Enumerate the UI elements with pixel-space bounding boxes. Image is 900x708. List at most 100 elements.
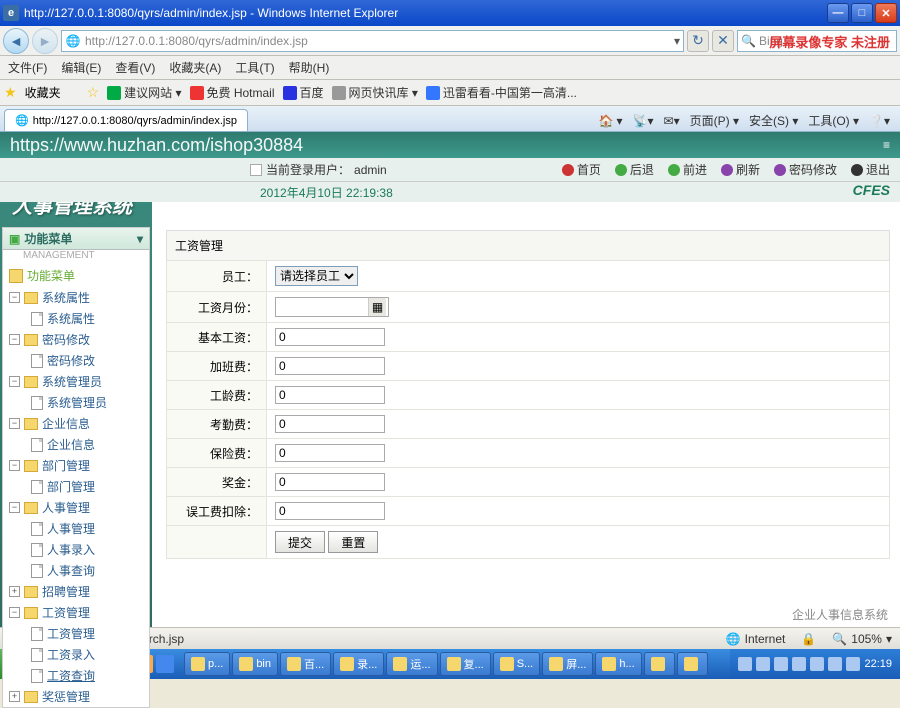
tree-item[interactable]: 系统管理员 bbox=[3, 392, 149, 413]
collapse-icon[interactable]: ▾ bbox=[137, 232, 143, 246]
tree-folder[interactable]: −部门管理 bbox=[3, 455, 149, 476]
calendar-icon[interactable]: ▦ bbox=[368, 298, 386, 316]
tree-folder[interactable]: +招聘管理 bbox=[3, 581, 149, 602]
search-box[interactable]: 🔍 Bing 屏幕录像专家 未注册 bbox=[737, 30, 897, 52]
tree-toggle-icon[interactable]: − bbox=[9, 418, 20, 429]
fav-baidu[interactable]: 百度 bbox=[283, 84, 324, 101]
nav-forward[interactable]: 前进 bbox=[668, 161, 707, 178]
menu-help[interactable]: 帮助(H) bbox=[289, 59, 330, 76]
tree-toggle-icon[interactable]: + bbox=[9, 691, 20, 702]
menu-file[interactable]: 文件(F) bbox=[8, 59, 47, 76]
tool-tools[interactable]: 工具(O) ▾ bbox=[808, 112, 859, 129]
reset-button[interactable]: 重置 bbox=[328, 531, 378, 553]
taskbar-item[interactable]: S... bbox=[493, 652, 541, 676]
tray-icon[interactable] bbox=[828, 657, 842, 671]
tree-folder[interactable]: −系统管理员 bbox=[3, 371, 149, 392]
tree-item[interactable]: 人事管理 bbox=[3, 518, 149, 539]
tray-icon[interactable] bbox=[774, 657, 788, 671]
tree-item[interactable]: 工资查询 bbox=[3, 665, 149, 686]
tray-icon[interactable] bbox=[792, 657, 806, 671]
zoom-control[interactable]: 🔍 105% ▾ bbox=[832, 632, 892, 646]
menu-favorites[interactable]: 收藏夹(A) bbox=[169, 59, 221, 76]
tree-item[interactable]: 密码修改 bbox=[3, 350, 149, 371]
add-favorite-icon[interactable]: ☆ bbox=[87, 84, 100, 101]
tree-toggle-icon[interactable]: − bbox=[9, 502, 20, 513]
address-bar[interactable]: 🌐 http://127.0.0.1:8080/qyrs/admin/index… bbox=[61, 30, 684, 52]
favorites-label[interactable]: 收藏夹 bbox=[25, 84, 61, 101]
taskbar-item[interactable] bbox=[677, 652, 708, 676]
tree-folder[interactable]: −系统属性 bbox=[3, 287, 149, 308]
taskbar-item[interactable]: h... bbox=[595, 652, 641, 676]
fav-xunlei[interactable]: 迅雷看看-中国第一高清... bbox=[426, 84, 577, 101]
fav-gallery[interactable]: 网页快讯库 ▾ bbox=[332, 84, 418, 101]
menu-root[interactable]: 功能菜单 bbox=[3, 264, 149, 287]
taskbar-item[interactable]: 复... bbox=[440, 652, 491, 676]
tree-folder[interactable]: −密码修改 bbox=[3, 329, 149, 350]
tree-toggle-icon[interactable]: − bbox=[9, 607, 20, 618]
select-employee[interactable]: 请选择员工 bbox=[275, 266, 358, 286]
menu-view[interactable]: 查看(V) bbox=[115, 59, 155, 76]
input-bonus[interactable] bbox=[275, 473, 385, 491]
favorites-star-icon[interactable]: ★ bbox=[4, 84, 17, 101]
taskbar-item[interactable]: 运... bbox=[386, 652, 437, 676]
tray-icon[interactable] bbox=[846, 657, 860, 671]
ql-icon[interactable] bbox=[156, 655, 174, 673]
tree-folder[interactable]: −工资管理 bbox=[3, 602, 149, 623]
forward-button[interactable]: ► bbox=[32, 28, 58, 54]
taskbar-item[interactable]: 录... bbox=[333, 652, 384, 676]
tool-home[interactable]: 🏠▾ bbox=[599, 112, 623, 129]
tree-item[interactable]: 系统属性 bbox=[3, 308, 149, 329]
nav-changepw[interactable]: 密码修改 bbox=[774, 161, 837, 178]
tree-toggle-icon[interactable]: + bbox=[9, 586, 20, 597]
stop-button[interactable]: ✕ bbox=[712, 30, 734, 52]
tree-folder[interactable]: −人事管理 bbox=[3, 497, 149, 518]
nav-logout[interactable]: 退出 bbox=[851, 161, 890, 178]
minimize-button[interactable]: — bbox=[827, 3, 849, 23]
tree-toggle-icon[interactable]: − bbox=[9, 376, 20, 387]
input-deduction[interactable] bbox=[275, 502, 385, 520]
menu-tools[interactable]: 工具(T) bbox=[235, 59, 274, 76]
fav-suggestion[interactable]: 建议网站 ▾ bbox=[107, 84, 181, 101]
tray-icon[interactable] bbox=[756, 657, 770, 671]
tool-mail[interactable]: ✉▾ bbox=[664, 112, 680, 129]
taskbar-item[interactable] bbox=[644, 652, 675, 676]
tree-item[interactable]: 部门管理 bbox=[3, 476, 149, 497]
tree-item[interactable]: 工资管理 bbox=[3, 623, 149, 644]
nav-refresh[interactable]: 刷新 bbox=[721, 161, 760, 178]
nav-back[interactable]: 后退 bbox=[615, 161, 654, 178]
tray-icon[interactable] bbox=[738, 657, 752, 671]
tree-item[interactable]: 人事录入 bbox=[3, 539, 149, 560]
refresh-button[interactable]: ↻ bbox=[687, 30, 709, 52]
input-overtime[interactable] bbox=[275, 357, 385, 375]
maximize-button[interactable]: □ bbox=[851, 3, 873, 23]
input-insurance[interactable] bbox=[275, 444, 385, 462]
nav-home[interactable]: 首页 bbox=[562, 161, 601, 178]
taskbar-item[interactable]: 屏... bbox=[542, 652, 593, 676]
tool-page[interactable]: 页面(P) ▾ bbox=[690, 112, 739, 129]
menu-edit[interactable]: 编辑(E) bbox=[61, 59, 101, 76]
tree-toggle-icon[interactable]: − bbox=[9, 460, 20, 471]
close-button[interactable]: ✕ bbox=[875, 3, 897, 23]
taskbar-item[interactable]: 百... bbox=[280, 652, 331, 676]
submit-button[interactable]: 提交 bbox=[275, 531, 325, 553]
tree-item[interactable]: 工资录入 bbox=[3, 644, 149, 665]
input-month[interactable] bbox=[276, 298, 368, 316]
tool-help[interactable]: ❔▾ bbox=[869, 112, 890, 129]
taskbar-item[interactable]: p... bbox=[184, 652, 230, 676]
tree-toggle-icon[interactable]: − bbox=[9, 334, 20, 345]
input-base[interactable] bbox=[275, 328, 385, 346]
taskbar-item[interactable]: bin bbox=[232, 652, 278, 676]
tool-feeds[interactable]: 📡▾ bbox=[633, 112, 654, 129]
tree-folder[interactable]: +奖惩管理 bbox=[3, 686, 149, 707]
taskbar-clock[interactable]: 22:19 bbox=[864, 658, 892, 670]
tree-item[interactable]: 企业信息 bbox=[3, 434, 149, 455]
tree-item[interactable]: 人事查询 bbox=[3, 560, 149, 581]
back-button[interactable]: ◄ bbox=[3, 28, 29, 54]
input-seniority[interactable] bbox=[275, 386, 385, 404]
tree-toggle-icon[interactable]: − bbox=[9, 292, 20, 303]
tool-safety[interactable]: 安全(S) ▾ bbox=[749, 112, 798, 129]
tray-icon[interactable] bbox=[810, 657, 824, 671]
fav-hotmail[interactable]: 免费 Hotmail bbox=[190, 84, 275, 101]
browser-tab[interactable]: 🌐 http://127.0.0.1:8080/qyrs/admin/index… bbox=[4, 109, 248, 131]
input-attendance[interactable] bbox=[275, 415, 385, 433]
